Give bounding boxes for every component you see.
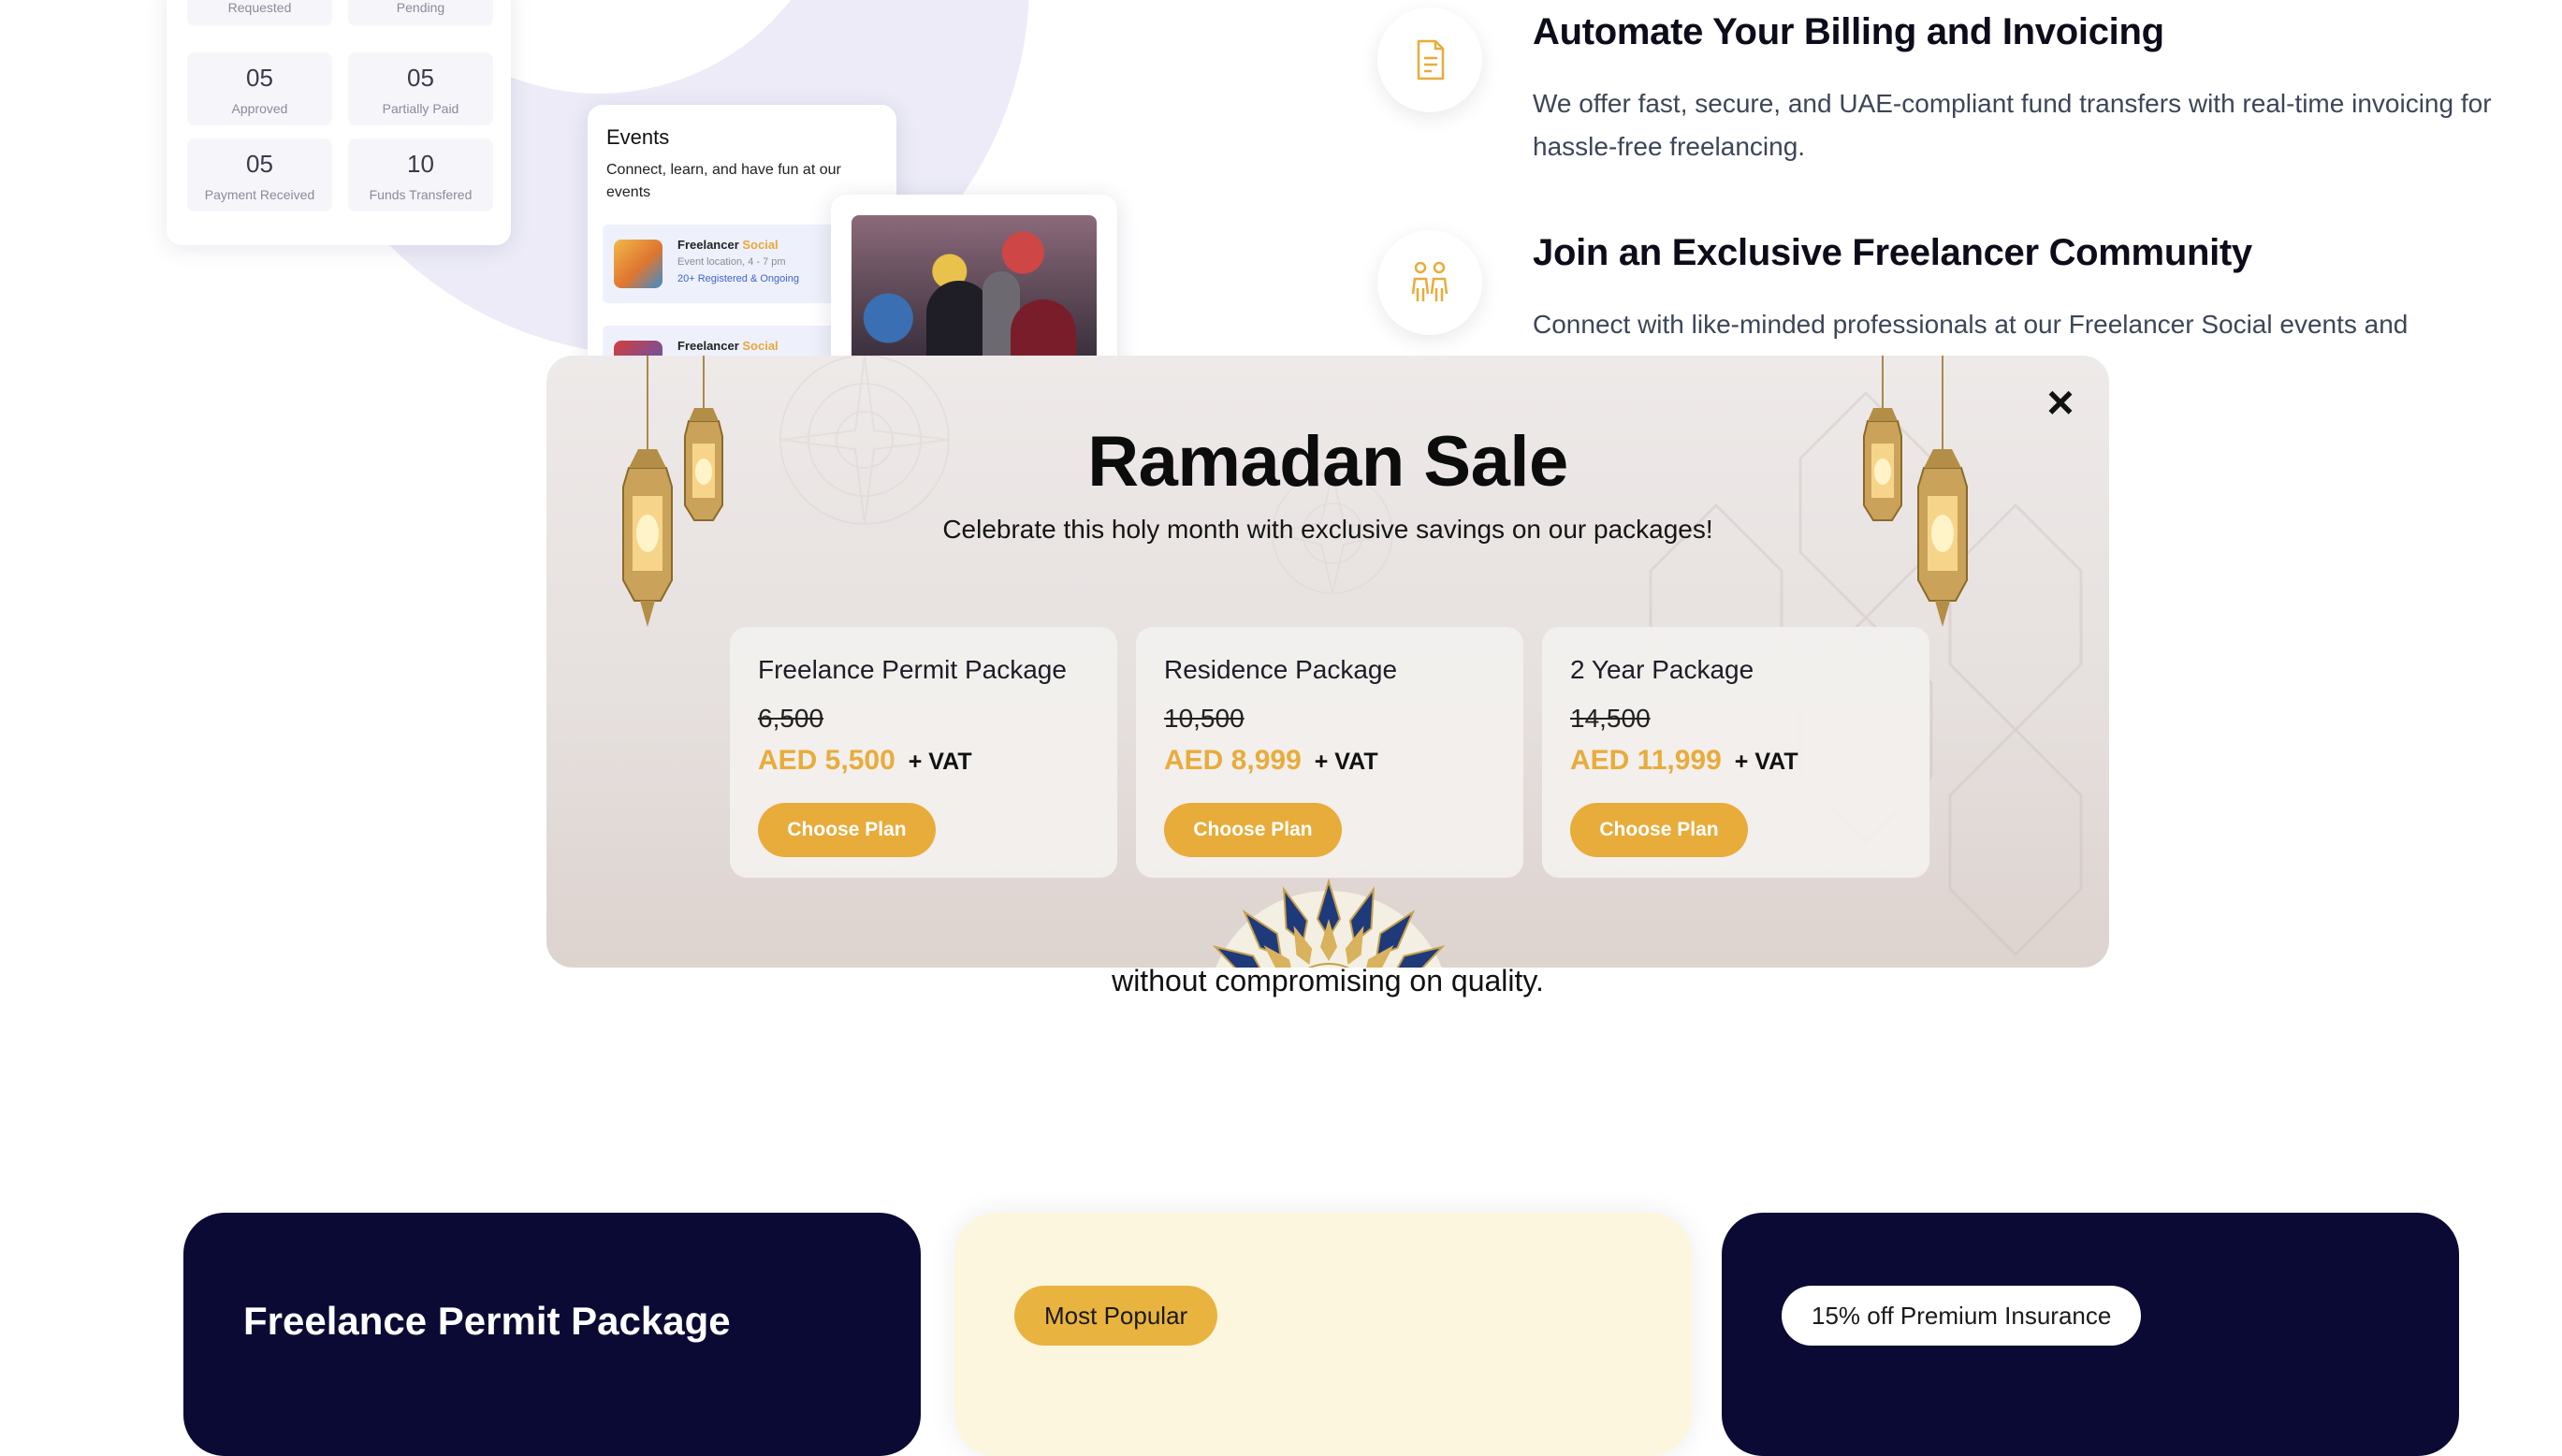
feature-description: We offer fast, secure, and UAE-compliant… (1533, 89, 2492, 161)
feature-icon-community (1377, 230, 1482, 335)
event-name: Freelancer Social (677, 339, 779, 353)
package-vat: + VAT (1314, 749, 1378, 775)
modal-subtitle: Celebrate this holy month with exclusive… (942, 515, 1713, 544)
stat-funds-transfered: 10 Funds Transfered (348, 138, 493, 211)
community-icon (1411, 261, 1448, 301)
stat-value: 05 (407, 64, 434, 92)
events-title: Events (606, 125, 670, 149)
feature-icon-billing (1377, 7, 1482, 112)
plan-name: Freelance Permit Package (243, 1299, 731, 1343)
package-old-price: 14,500 (1570, 704, 1651, 733)
event-registered: 20+ Registered & Ongoing (677, 273, 799, 284)
package-old-price: 10,500 (1164, 704, 1245, 733)
feature-title: Join an Exclusive Freelancer Community (1533, 232, 2252, 273)
modal-title: Ramadan Sale (1087, 422, 1568, 502)
stat-label: Funds Transfered (369, 187, 473, 202)
choose-plan-button[interactable]: Choose Plan (1164, 803, 1342, 857)
feature-title: Automate Your Billing and Invoicing (1533, 11, 2164, 52)
ramadan-sale-modal: × Ramadan Sale Celebrate this holy month… (546, 356, 2109, 968)
section-text: without compromising on quality. (1112, 964, 1544, 997)
package-card-freelance-permit: Freelance Permit Package 6,500 AED 5,500… (730, 627, 1117, 878)
plan-card-popular: Most Popular (954, 1213, 1692, 1456)
stat-value: 05 (246, 64, 273, 92)
package-price-row: AED 8,999 + VAT (1164, 745, 1378, 777)
package-vat: + VAT (1734, 749, 1798, 775)
stat-approved: 05 Approved (187, 52, 332, 125)
invoice-icon (1417, 39, 1445, 80)
stat-pending: Pending (348, 0, 493, 26)
insurance-offer-badge: 15% off Premium Insurance (1782, 1286, 2142, 1346)
payment-stats-card: Requested Pending 05 Approved 05 Partial… (167, 0, 511, 245)
decorative-mandala (1212, 878, 1446, 968)
stat-label: Approved (231, 101, 288, 116)
plan-card-insurance: 15% off Premium Insurance (1722, 1213, 2459, 1456)
stat-requested: Requested (187, 0, 332, 26)
close-button[interactable]: × (2036, 378, 2085, 427)
package-card-2-year: 2 Year Package 14,500 AED 11,999 + VAT Ch… (1542, 627, 1929, 878)
package-card-residence: Residence Package 10,500 AED 8,999 + VAT … (1136, 627, 1523, 878)
stat-label: Partially Paid (382, 101, 459, 116)
stat-value: 10 (407, 150, 434, 178)
stat-label: Requested (227, 0, 292, 15)
event-location: Event location, 4 - 7 pm (677, 256, 786, 268)
choose-plan-button[interactable]: Choose Plan (758, 803, 936, 857)
package-price-row: AED 5,500 + VAT (758, 745, 972, 777)
package-price-row: AED 11,999 + VAT (1570, 745, 1798, 777)
package-name: Residence Package (1164, 655, 1398, 684)
stat-label: Pending (396, 0, 445, 15)
package-name: Freelance Permit Package (758, 655, 1067, 684)
stat-value: 05 (246, 150, 273, 178)
stat-partially-paid: 05 Partially Paid (348, 52, 493, 125)
stat-payment-received: 05 Payment Received (187, 138, 332, 211)
most-popular-badge: Most Popular (1014, 1286, 1218, 1346)
event-thumbnail (614, 240, 662, 288)
package-vat: + VAT (908, 749, 972, 775)
event-name: Freelancer Social (677, 238, 779, 252)
package-price: AED 8,999 (1164, 745, 1302, 776)
package-price: AED 11,999 (1570, 745, 1722, 776)
package-price: AED 5,500 (758, 745, 895, 776)
package-name: 2 Year Package (1570, 655, 1754, 684)
feature-description: Connect with like-minded professionals a… (1533, 310, 2409, 339)
choose-plan-button[interactable]: Choose Plan (1570, 803, 1748, 857)
package-old-price: 6,500 (758, 704, 824, 733)
plan-card-freelance: Freelance Permit Package (183, 1213, 921, 1456)
stat-label: Payment Received (204, 187, 315, 202)
